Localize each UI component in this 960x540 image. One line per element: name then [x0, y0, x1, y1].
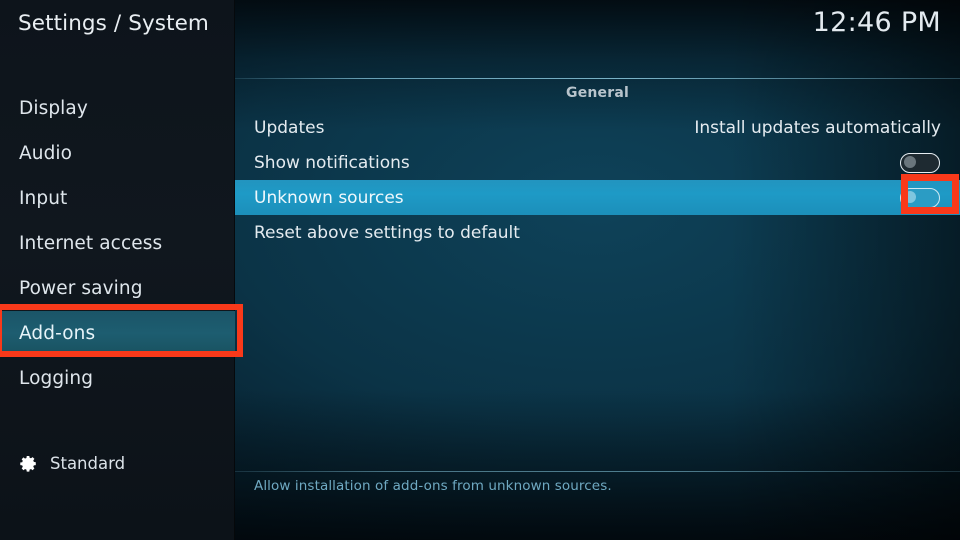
settings-level-label: Standard	[50, 453, 126, 473]
setting-label: Unknown sources	[254, 187, 404, 208]
settings-group-header: General	[566, 85, 629, 101]
sidebar-item-label: Internet access	[19, 233, 163, 254]
sidebar-item-display[interactable]: Display	[0, 86, 235, 131]
sidebar-nav: Display Audio Input Internet access Powe…	[0, 86, 235, 401]
toggle-knob	[903, 156, 916, 168]
sidebar-item-logging[interactable]: Logging	[0, 356, 235, 401]
setting-label: Updates	[254, 117, 325, 138]
sidebar-item-power-saving[interactable]: Power saving	[0, 266, 235, 311]
sidebar-item-add-ons[interactable]: Add-ons	[0, 311, 235, 356]
setting-row-reset-above-settings[interactable]: Reset above settings to default	[235, 215, 960, 250]
setting-value: Install updates automatically	[694, 117, 941, 138]
setting-control	[900, 152, 960, 173]
sidebar-item-label: Logging	[19, 368, 94, 389]
kodi-settings-screen: Settings / System 12:46 PM Display Audio…	[0, 0, 960, 540]
sidebar-item-label: Display	[19, 98, 88, 119]
sidebar-item-input[interactable]: Input	[0, 176, 235, 221]
panel-top-divider	[235, 78, 960, 79]
show-notifications-toggle[interactable]	[900, 152, 940, 173]
setting-description: Allow installation of add-ons from unkno…	[254, 478, 612, 494]
sidebar-item-label: Add-ons	[19, 323, 96, 344]
panel-bottom-divider	[235, 471, 960, 472]
toggle-knob	[903, 191, 916, 203]
settings-panel: General Updates Install updates automati…	[235, 0, 960, 540]
sidebar-item-audio[interactable]: Audio	[0, 131, 235, 176]
settings-level-selector[interactable]: Standard	[0, 445, 235, 481]
setting-control	[900, 187, 960, 208]
setting-row-unknown-sources[interactable]: Unknown sources	[235, 180, 960, 215]
sidebar-item-internet-access[interactable]: Internet access	[0, 221, 235, 266]
sidebar-item-label: Audio	[19, 143, 73, 164]
page-title: Settings / System	[18, 11, 209, 36]
setting-label: Reset above settings to default	[254, 222, 520, 243]
setting-row-show-notifications[interactable]: Show notifications	[235, 145, 960, 180]
sidebar-item-label: Power saving	[19, 278, 143, 299]
setting-row-updates[interactable]: Updates Install updates automatically	[235, 110, 960, 145]
settings-list: Updates Install updates automatically Sh…	[235, 110, 960, 250]
setting-label: Show notifications	[254, 152, 410, 173]
gear-icon	[20, 455, 36, 472]
sidebar-item-label: Input	[19, 188, 68, 209]
unknown-sources-toggle[interactable]	[900, 187, 940, 208]
